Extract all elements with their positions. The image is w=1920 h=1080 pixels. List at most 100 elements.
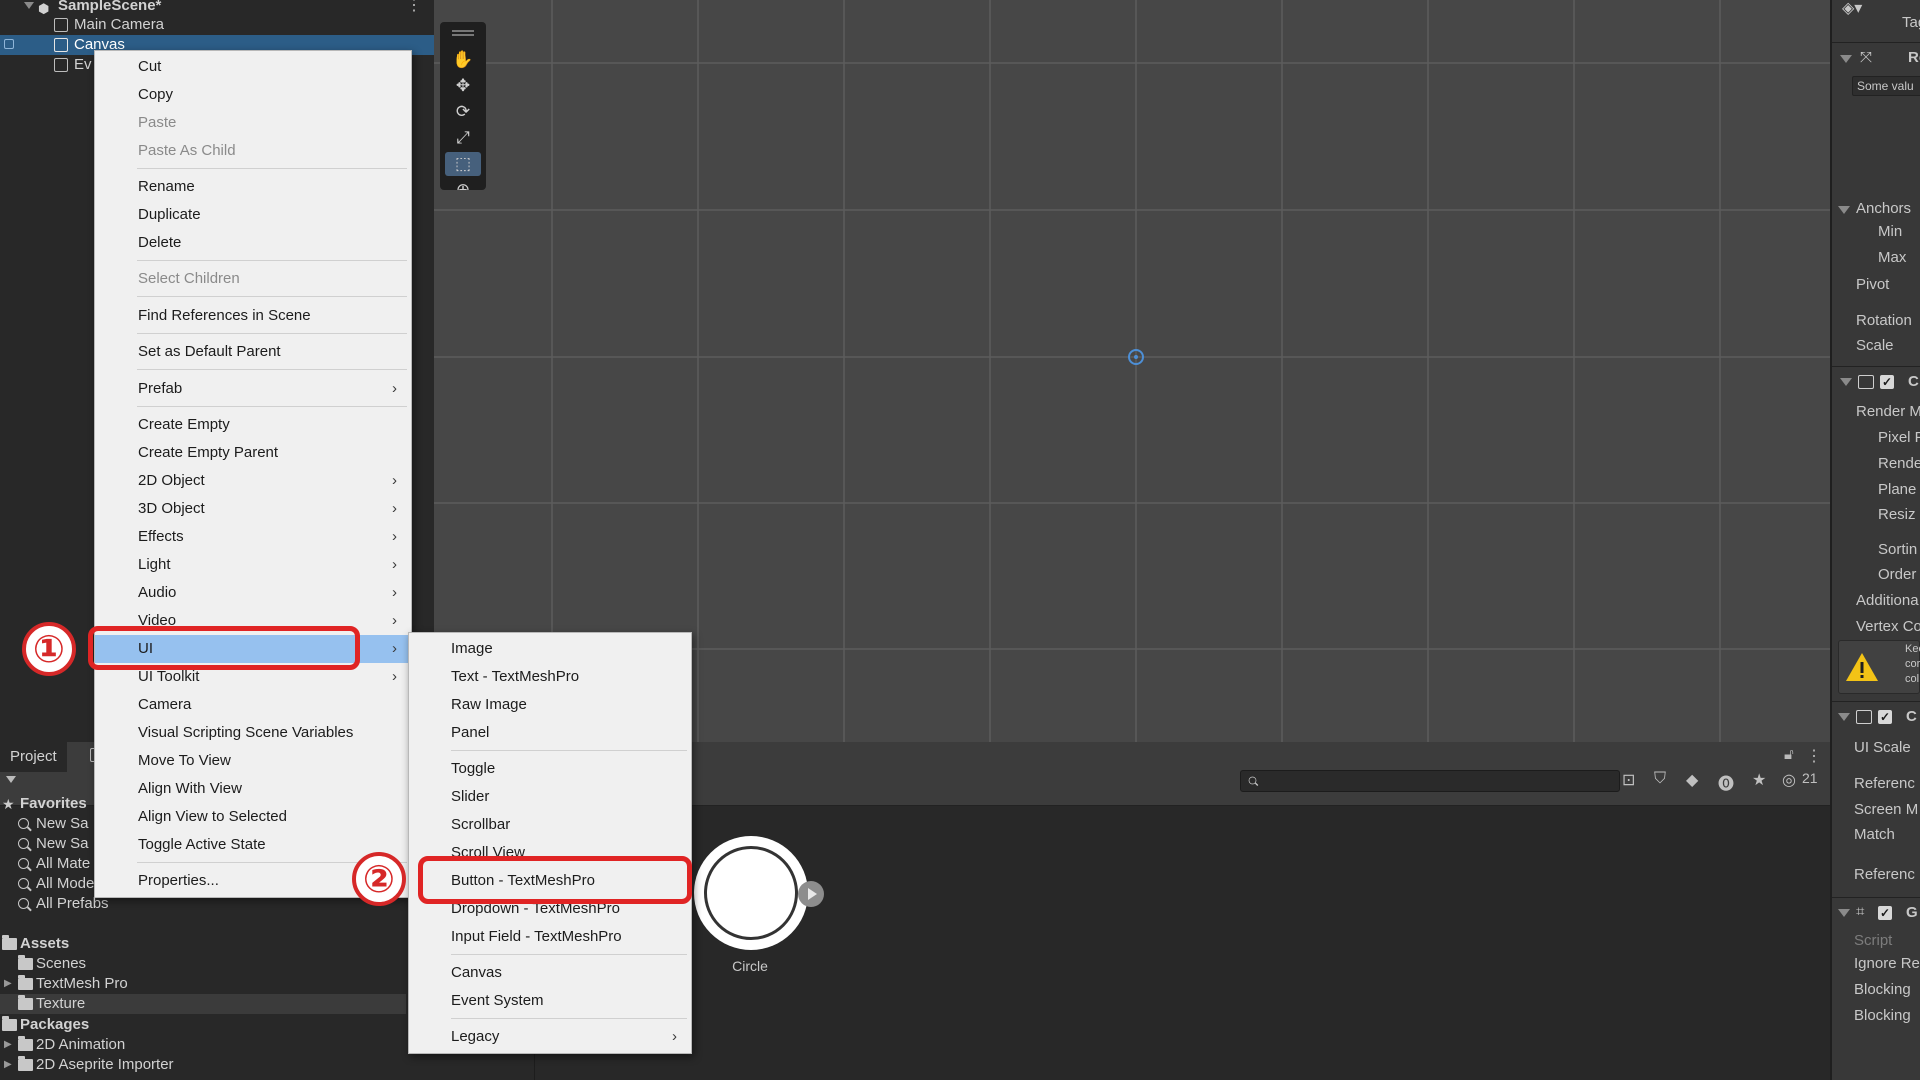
menu-separator	[137, 369, 407, 370]
menu-item-copy[interactable]: Copy	[95, 81, 411, 109]
rotate-tool-icon[interactable]: ⟳	[445, 100, 481, 124]
asset-folder-selected[interactable]: Texture	[0, 994, 406, 1014]
menu-item-toggle-active-state[interactable]: Toggle Active State	[95, 831, 411, 859]
menu-item-set-default-parent[interactable]: Set as Default Parent	[95, 338, 411, 366]
menu-item-label: Raw Image	[451, 696, 527, 713]
folder-icon	[2, 935, 17, 950]
asset-thumbnail-circle[interactable]	[694, 836, 824, 950]
menu-item-cut[interactable]: Cut	[95, 53, 411, 81]
menu-item-find-references[interactable]: Find References in Scene	[95, 302, 411, 330]
menu-item-move-to-view[interactable]: Move To View	[95, 747, 411, 775]
some-values-field[interactable]: Some valu	[1852, 76, 1920, 96]
tab-project[interactable]: Project	[0, 742, 67, 772]
packages-header[interactable]: Packages	[0, 1015, 406, 1035]
menu-item-delete[interactable]: Delete	[95, 229, 411, 257]
menu-item-create-empty[interactable]: Create Empty	[95, 411, 411, 439]
log-types-icon[interactable]: ⓿	[1718, 770, 1734, 794]
menu-item-audio[interactable]: Audio ›	[95, 579, 411, 607]
menu-item-label: Duplicate	[138, 206, 201, 223]
kebab-icon[interactable]: ⋮	[1806, 746, 1822, 766]
folder-icon	[18, 995, 33, 1010]
hand-tool-icon[interactable]: ✋	[445, 48, 481, 72]
lock-icon[interactable]: 🔓︎	[1784, 746, 1794, 763]
menu-item-rename[interactable]: Rename	[95, 173, 411, 201]
menu-item-light[interactable]: Light ›	[95, 551, 411, 579]
menu-item-effects[interactable]: Effects ›	[95, 523, 411, 551]
project-search-input[interactable]	[1240, 770, 1620, 792]
menu-item-paste[interactable]: Paste	[95, 109, 411, 137]
menu-item-label: 2D Object	[138, 472, 205, 489]
menu-item-duplicate[interactable]: Duplicate	[95, 201, 411, 229]
submenu-item-slider[interactable]: Slider	[409, 783, 691, 811]
submenu-item-scrollbar[interactable]: Scrollbar	[409, 811, 691, 839]
kebab-icon[interactable]: ⋮	[406, 0, 422, 16]
menu-item-align-with-view[interactable]: Align With View	[95, 775, 411, 803]
submenu-item-canvas[interactable]: Canvas	[409, 959, 691, 987]
render-label: Rende	[1878, 455, 1920, 472]
menu-item-align-view-to-selected[interactable]: Align View to Selected	[95, 803, 411, 831]
filter-by-label-icon[interactable]: ⛉	[1654, 770, 1666, 788]
hidden-packages-icon[interactable]: ◎	[1782, 770, 1796, 790]
search-icon	[18, 858, 29, 869]
favorites-star-icon[interactable]: ★	[1752, 770, 1766, 790]
submenu-item-image[interactable]: Image	[409, 635, 691, 663]
search-icon	[18, 818, 29, 829]
assets-header[interactable]: Assets	[0, 934, 406, 954]
expand-sprite-play-icon[interactable]	[798, 881, 824, 907]
menu-item-label: Copy	[138, 86, 174, 103]
submenu-chevron-icon: ›	[392, 556, 397, 573]
menu-item-create-empty-parent[interactable]: Create Empty Parent	[95, 439, 411, 467]
menu-item-camera[interactable]: Camera	[95, 691, 411, 719]
transform-tool-icon[interactable]: ⊕	[445, 178, 481, 190]
toolbar-grip-icon[interactable]	[452, 30, 474, 32]
scene-row[interactable]: ⬢ SampleScene* ⋮	[0, 0, 434, 16]
rect-transform-header[interactable]: ⤧ Re	[1832, 42, 1920, 72]
menu-item-prefab[interactable]: Prefab ›	[95, 375, 411, 403]
expand-triangle-icon[interactable]	[1840, 378, 1852, 386]
max-label: Max	[1878, 249, 1907, 266]
menu-item-2d-object[interactable]: 2D Object ›	[95, 467, 411, 495]
submenu-item-panel[interactable]: Panel	[409, 719, 691, 747]
submenu-item-text-textmeshpro[interactable]: Text - TextMeshPro	[409, 663, 691, 691]
submenu-item-input-field-textmeshpro[interactable]: Input Field - TextMeshPro	[409, 923, 691, 951]
collapse-triangle-icon[interactable]	[24, 2, 34, 9]
menu-item-label: Scrollbar	[451, 816, 511, 833]
hierarchy-context-menu: Cut Copy Paste Paste As Child Rename Dup…	[94, 50, 412, 898]
expand-arrow-icon[interactable]: ▶	[4, 1035, 12, 1055]
menu-separator	[137, 260, 407, 261]
menu-item-label: Panel	[451, 724, 490, 741]
submenu-item-toggle[interactable]: Toggle	[409, 755, 691, 783]
package-folder[interactable]: ▶ 2D Animation	[0, 1035, 406, 1055]
menu-item-visual-scripting-scene-variables[interactable]: Visual Scripting Scene Variables	[95, 719, 411, 747]
submenu-item-legacy[interactable]: Legacy ›	[409, 1023, 691, 1051]
layer-icon[interactable]: ◈▾	[1842, 0, 1862, 18]
menu-item-paste-as-child[interactable]: Paste As Child	[95, 137, 411, 165]
submenu-item-event-system[interactable]: Event System	[409, 987, 691, 1015]
scene-view[interactable]	[434, 0, 1830, 742]
expand-triangle-icon[interactable]	[1840, 55, 1852, 63]
asset-folder[interactable]: Scenes	[0, 954, 406, 974]
menu-item-select-children[interactable]: Select Children	[95, 265, 411, 293]
submenu-item-raw-image[interactable]: Raw Image	[409, 691, 691, 719]
tree-label: All Mate	[36, 855, 91, 872]
enabled-checkbox[interactable]: ✓	[1880, 375, 1894, 389]
create-dropdown-icon[interactable]	[6, 776, 16, 783]
rect-tool-icon[interactable]: ⬚	[445, 152, 481, 176]
tag-icon[interactable]: ◆	[1686, 770, 1698, 790]
hierarchy-item-main-camera[interactable]: Main Camera	[0, 15, 434, 35]
expand-arrow-icon[interactable]: ▶	[4, 974, 12, 994]
asset-folder[interactable]: ▶ TextMesh Pro	[0, 974, 406, 994]
canvas-component-header[interactable]: ✓ C	[1832, 366, 1920, 396]
gameobject-cube-icon	[54, 58, 68, 72]
warning-helpbox: Kee cor col	[1838, 640, 1920, 694]
scale-tool-icon[interactable]: ⤢	[445, 126, 481, 150]
additional-label: Additiona	[1856, 592, 1919, 609]
search-by-type-icon[interactable]: ⊡	[1622, 770, 1635, 790]
expand-triangle-icon[interactable]	[1838, 206, 1850, 214]
menu-item-label: Properties...	[138, 872, 219, 889]
expand-arrow-icon[interactable]: ▶	[4, 1055, 12, 1075]
package-folder[interactable]: ▶ 2D Aseprite Importer	[0, 1055, 406, 1075]
move-tool-icon[interactable]: ✥	[445, 74, 481, 98]
menu-item-3d-object[interactable]: 3D Object ›	[95, 495, 411, 523]
scene-tools-toolbar: ✋ ✥ ⟳ ⤢ ⬚ ⊕	[440, 22, 486, 190]
